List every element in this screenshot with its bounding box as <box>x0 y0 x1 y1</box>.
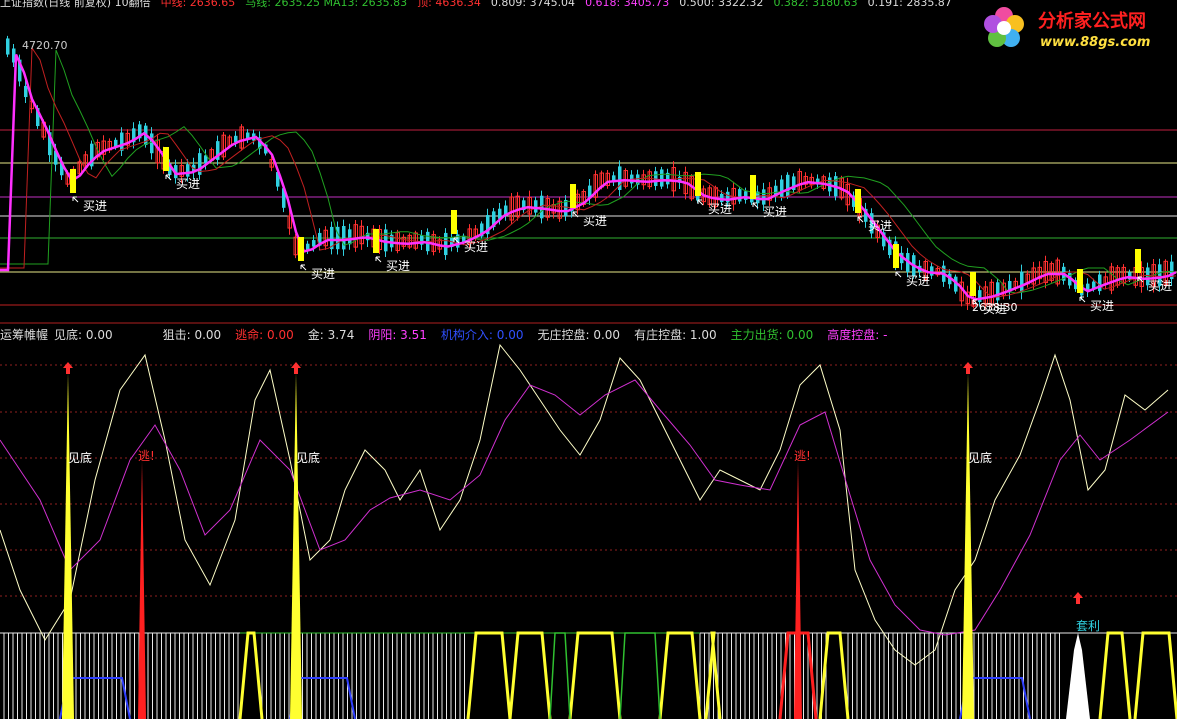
buy-arrow-icon <box>857 216 864 223</box>
indicator-grid <box>0 364 1177 597</box>
candle-body <box>186 164 190 177</box>
buy-signal-label: 买进 <box>1090 299 1114 313</box>
indicator-header: 运筹帷幄 见底: 0.00 狙击: 0.00 逃命: 0.00 金: 3.74 阴阳: 3… <box>0 326 901 343</box>
buy-signal-label: 买进 <box>583 214 607 228</box>
indicator-header-item: 机构介入: 0.00 <box>440 328 524 342</box>
buy-bar <box>1135 249 1141 273</box>
buy-signal-label: 买进 <box>464 240 488 254</box>
green-signal <box>619 632 661 719</box>
indicator-lines <box>0 343 1169 666</box>
buy-signal-label: 买进 <box>83 199 107 213</box>
buy-signal-label: 买进 <box>868 219 892 233</box>
indicator-header-item: 主力出货: 0.00 <box>730 328 814 342</box>
buy-arrow-icon <box>300 264 307 271</box>
buy-arrow-icon <box>375 256 382 263</box>
yellow-signal <box>1133 631 1177 719</box>
candle-body <box>660 169 664 187</box>
indicator-header-item: 金: 3.74 <box>307 328 355 342</box>
candle-body <box>6 38 10 55</box>
yellow-signal <box>238 631 264 719</box>
stock-chart[interactable]: 买进买进买进买进买进买进买进 买进买进买进买进 买进买进2638.30 见底 见底 见底… <box>0 0 1177 719</box>
buy-bar <box>373 229 379 253</box>
low-price-label: 2638.30 <box>972 301 1018 314</box>
candle-body <box>24 85 28 98</box>
indicator-signals: 见底 见底 见底 逃! 逃! 套利 <box>62 362 1100 719</box>
yellow-signal <box>658 631 702 719</box>
buy-bar <box>570 184 576 208</box>
indicator-header-item: 有庄控盘: 1.00 <box>634 328 717 342</box>
buy-signal-label: 买进 <box>906 274 930 288</box>
indicator-header-item: 见底: 0.00 <box>54 328 113 342</box>
up-arrow-icon <box>963 362 973 374</box>
buy-bar <box>298 237 304 261</box>
bottom-spike <box>290 372 302 719</box>
indicator-header-item: 逃命: 0.00 <box>235 328 294 342</box>
yellow-signal <box>508 631 552 719</box>
arbitrage-label: 套利 <box>1076 619 1100 633</box>
buy-signal-label: 买进 <box>763 205 787 219</box>
escape-spike <box>794 460 802 719</box>
candle-body <box>312 240 316 247</box>
up-arrow-icon <box>291 362 301 374</box>
candle-body <box>534 200 538 213</box>
buy-bar <box>750 175 756 199</box>
buy-bar <box>855 189 861 213</box>
escape-signal-label: 逃! <box>138 449 155 463</box>
indicator-header-item: 狙击: 0.00 <box>162 328 222 342</box>
yellow-signal <box>466 631 512 719</box>
buy-signal-label: 买进 <box>1148 279 1172 293</box>
candle-body <box>930 266 934 276</box>
candle-body <box>1098 274 1102 292</box>
bottom-spike <box>62 372 74 719</box>
moving-average-lines <box>0 46 1177 301</box>
arbitrage-arrow-icon <box>1073 592 1083 604</box>
candle-body <box>348 229 352 245</box>
buy-signal-label: 买进 <box>311 267 335 281</box>
candle-body <box>444 232 448 256</box>
indicator-header-item: 运筹帷幄 <box>0 328 49 342</box>
buy-signal-label: 买进 <box>708 202 732 216</box>
escape-signal-label: 逃! <box>794 449 811 463</box>
candle-body <box>342 225 346 250</box>
yellow-signal <box>818 631 850 719</box>
buy-bar <box>893 244 899 268</box>
up-arrow-icon <box>63 362 73 374</box>
escape-spike <box>138 460 146 719</box>
buy-bar <box>451 210 457 234</box>
yellow-signal <box>568 631 622 719</box>
buy-bar <box>970 272 976 296</box>
candle-body <box>762 189 766 205</box>
bottom-signal-label: 见底 <box>68 450 92 465</box>
bottom-signal-label: 见底 <box>968 450 992 465</box>
high-price-label: 4720.70 <box>22 39 68 52</box>
indicator-bars <box>0 631 1177 719</box>
candle-body <box>1020 271 1024 293</box>
buy-bar <box>163 147 169 171</box>
bottom-signal-label: 见底 <box>296 450 320 465</box>
green-signal <box>549 632 571 719</box>
buy-bar <box>1077 269 1083 293</box>
candle-body <box>996 282 1000 301</box>
yellow-signal <box>1098 631 1132 719</box>
buy-bar <box>70 169 76 193</box>
indicator-line-white <box>0 343 1169 666</box>
indicator-header-item: 阴阳: 3.51 <box>368 328 427 342</box>
buy-arrow-icon <box>72 196 79 203</box>
candle-body <box>120 132 124 151</box>
indicator-header-item: 无庄控盘: 0.00 <box>537 328 621 342</box>
buy-arrow-icon <box>895 271 902 278</box>
buy-arrow-icon <box>165 174 172 181</box>
candle-body <box>786 174 790 197</box>
buy-bar <box>695 172 701 196</box>
arbitrage-spike <box>1066 633 1090 719</box>
buy-arrow-icon <box>1079 296 1086 303</box>
buy-signal-label: 买进 <box>386 259 410 273</box>
buy-signal-label: 买进 <box>176 177 200 191</box>
indicator-header-item: 高度控盘: - <box>827 328 888 342</box>
bottom-spike <box>962 372 974 719</box>
candle-body <box>738 189 742 202</box>
